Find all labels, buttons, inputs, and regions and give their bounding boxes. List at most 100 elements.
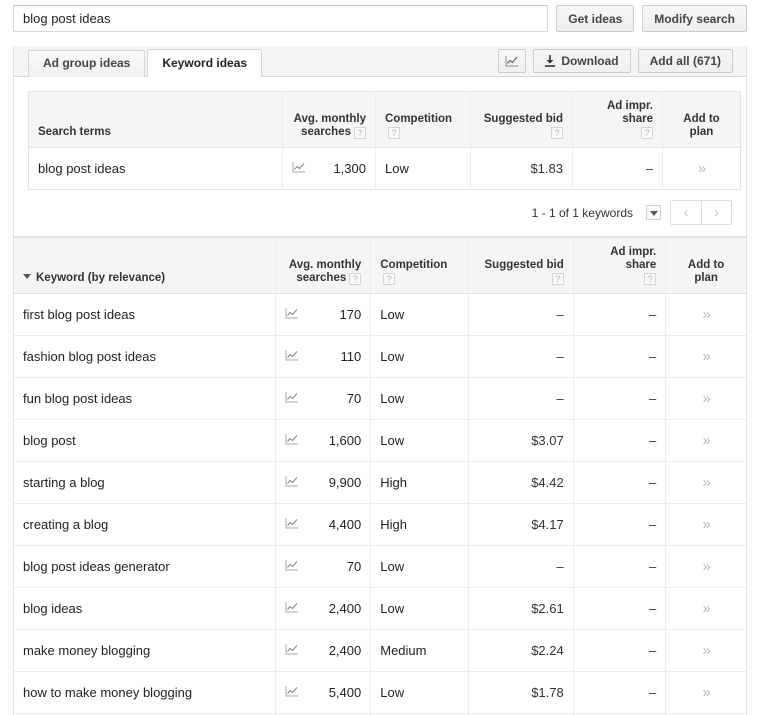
column-label-ad-impr-share: Ad impr. share bbox=[610, 246, 657, 271]
table-row[interactable]: blog post ideas generator 70 Low – –» bbox=[14, 545, 746, 588]
cell-ad-impr-share: – bbox=[573, 461, 667, 504]
cell-add-to-plan[interactable]: » bbox=[665, 419, 746, 462]
cell-keyword: fun blog post ideas bbox=[14, 377, 276, 420]
sparkline-icon-button[interactable] bbox=[285, 601, 299, 616]
cell-keyword: how to make money blogging bbox=[14, 671, 276, 714]
keyword-ideas-table-body: first blog post ideas 170 Low – –» fashion bl… bbox=[14, 293, 746, 715]
help-icon-suggested-bid[interactable]: ? bbox=[551, 273, 564, 285]
cell-add-to-plan[interactable]: » bbox=[665, 587, 746, 630]
cell-keyword: creating a blog bbox=[14, 503, 276, 546]
column-header-avg-monthly-searches[interactable]: Avg. monthly searches? bbox=[275, 238, 372, 294]
help-icon-competition[interactable]: ? bbox=[388, 127, 400, 139]
add-to-plan-icon[interactable]: » bbox=[702, 684, 710, 701]
tab-strip: Ad group ideas Keyword ideas Download Ad… bbox=[14, 46, 746, 78]
avg-monthly-searches-value: 2,400 bbox=[328, 643, 362, 658]
avg-monthly-searches-value: 9,900 bbox=[328, 475, 362, 490]
cell-ad-impr-share: – bbox=[573, 377, 667, 420]
cell-add-to-plan[interactable]: » bbox=[665, 293, 746, 336]
cell-competition: Low bbox=[370, 419, 469, 462]
avg-monthly-searches-value: 5,400 bbox=[328, 685, 362, 700]
sparkline-icon-button[interactable] bbox=[285, 517, 299, 532]
sparkline-icon-button[interactable] bbox=[285, 349, 299, 364]
sparkline-icon bbox=[285, 308, 298, 319]
get-ideas-button[interactable]: Get ideas bbox=[556, 5, 635, 32]
add-to-plan-icon[interactable]: » bbox=[702, 558, 710, 575]
table-row[interactable]: blog post ideas 1,300 Low $1.83– » bbox=[28, 147, 741, 190]
column-header-search-terms[interactable]: Search terms bbox=[28, 91, 283, 148]
pagination-nav: ‹ › bbox=[670, 200, 732, 225]
tab-keyword-ideas[interactable]: Keyword ideas bbox=[147, 49, 263, 78]
add-all-button[interactable]: Add all (671) bbox=[637, 49, 733, 73]
cell-ad-impr-share: – bbox=[573, 587, 667, 630]
column-header-avg-monthly-searches[interactable]: Avg. monthly searches? bbox=[282, 91, 376, 148]
sparkline-icon-button[interactable] bbox=[292, 161, 306, 176]
help-icon-avg-monthly-searches[interactable]: ? bbox=[354, 127, 366, 139]
add-to-plan-icon[interactable]: » bbox=[702, 390, 710, 407]
table-row[interactable]: blog ideas 2,400 Low $2.61– » bbox=[14, 587, 746, 630]
download-button[interactable]: Download bbox=[533, 49, 631, 73]
add-to-plan-icon[interactable]: » bbox=[702, 306, 710, 323]
avg-monthly-searches-value: 1,600 bbox=[328, 433, 362, 448]
help-icon-avg-monthly-searches[interactable]: ? bbox=[349, 273, 362, 285]
cell-competition: Low bbox=[370, 671, 469, 714]
add-to-plan-icon[interactable]: » bbox=[702, 348, 710, 365]
table-row[interactable]: fun blog post ideas 70 Low – –» bbox=[14, 377, 746, 420]
cell-add-to-plan[interactable]: » bbox=[665, 503, 746, 546]
table-row[interactable]: make money blogging 2,400 Medium $2.24– » bbox=[14, 629, 746, 672]
cell-add-to-plan[interactable]: » bbox=[665, 671, 746, 714]
column-header-suggested-bid[interactable]: Suggested bid? bbox=[470, 91, 573, 148]
sparkline-icon-button[interactable] bbox=[285, 559, 299, 574]
table-row[interactable]: fashion blog post ideas 110 Low – –» bbox=[14, 335, 746, 378]
sparkline-icon-button[interactable] bbox=[285, 307, 299, 322]
line-chart-icon-button[interactable] bbox=[498, 49, 527, 73]
search-input[interactable] bbox=[13, 5, 549, 32]
cell-keyword: fashion blog post ideas bbox=[14, 335, 276, 378]
sparkline-icon-button[interactable] bbox=[285, 433, 299, 448]
modify-search-button[interactable]: Modify search bbox=[642, 5, 747, 32]
cell-add-to-plan[interactable]: » bbox=[665, 461, 746, 504]
column-header-ad-impr-share[interactable]: Ad impr. share? bbox=[573, 238, 667, 294]
cell-add-to-plan[interactable]: » bbox=[665, 545, 746, 588]
cell-add-to-plan[interactable]: » bbox=[665, 629, 746, 672]
cell-add-to-plan[interactable]: » bbox=[665, 335, 746, 378]
cell-keyword: make money blogging bbox=[14, 629, 276, 672]
sparkline-icon-button[interactable] bbox=[285, 475, 299, 490]
column-header-suggested-bid[interactable]: Suggested bid? bbox=[468, 238, 574, 294]
add-to-plan-icon[interactable]: » bbox=[702, 432, 710, 449]
help-icon-ad-impr-share[interactable]: ? bbox=[644, 273, 657, 285]
sparkline-icon-button[interactable] bbox=[285, 643, 299, 658]
pagination-dropdown[interactable] bbox=[646, 205, 661, 220]
pagination-prev-button[interactable]: ‹ bbox=[670, 200, 701, 225]
cell-competition: High bbox=[370, 503, 469, 546]
tab-ad-group-ideas[interactable]: Ad group ideas bbox=[28, 50, 146, 77]
sparkline-icon-button[interactable] bbox=[285, 685, 299, 700]
cell-ad-impr-share: – bbox=[573, 671, 667, 714]
help-icon-ad-impr-share[interactable]: ? bbox=[641, 127, 653, 139]
column-label-suggested-bid: Suggested bid bbox=[483, 113, 563, 125]
sparkline-icon-button[interactable] bbox=[285, 391, 299, 406]
cell-ad-impr-share: – bbox=[573, 419, 667, 462]
column-header-ad-impr-share[interactable]: Ad impr. share? bbox=[572, 91, 663, 148]
table-row[interactable]: first blog post ideas 170 Low – –» bbox=[14, 293, 746, 336]
pagination-next-button[interactable]: › bbox=[701, 200, 732, 225]
cell-add-to-plan[interactable]: » bbox=[662, 147, 741, 190]
add-to-plan-icon[interactable]: » bbox=[702, 516, 710, 533]
cell-competition: Low bbox=[375, 147, 471, 190]
help-icon-competition[interactable]: ? bbox=[383, 273, 396, 285]
cell-avg-monthly-searches: 70 bbox=[275, 545, 372, 588]
column-header-competition[interactable]: Competition? bbox=[375, 91, 471, 148]
table-row[interactable]: creating a blog 4,400 High $4.17– » bbox=[14, 503, 746, 546]
column-header-keyword[interactable]: Keyword (by relevance) bbox=[14, 238, 276, 294]
add-to-plan-icon[interactable]: » bbox=[702, 600, 710, 617]
add-to-plan-icon[interactable]: » bbox=[702, 642, 710, 659]
table-row[interactable]: starting a blog 9,900 High $4.42– » bbox=[14, 461, 746, 504]
help-icon-suggested-bid[interactable]: ? bbox=[551, 127, 563, 139]
column-header-competition[interactable]: Competition? bbox=[370, 238, 469, 294]
pagination: 1 - 1 of 1 keywords ‹ › bbox=[14, 190, 746, 236]
cell-add-to-plan[interactable]: » bbox=[665, 377, 746, 420]
table-row[interactable]: blog post 1,600 Low $3.07– » bbox=[14, 419, 746, 462]
add-to-plan-icon[interactable]: » bbox=[698, 160, 706, 177]
search-terms-table-body: blog post ideas 1,300 Low $1.83– » bbox=[28, 147, 741, 190]
add-to-plan-icon[interactable]: » bbox=[702, 474, 710, 491]
table-row[interactable]: how to make money blogging 5,400 Low $1.78–… bbox=[14, 671, 746, 714]
